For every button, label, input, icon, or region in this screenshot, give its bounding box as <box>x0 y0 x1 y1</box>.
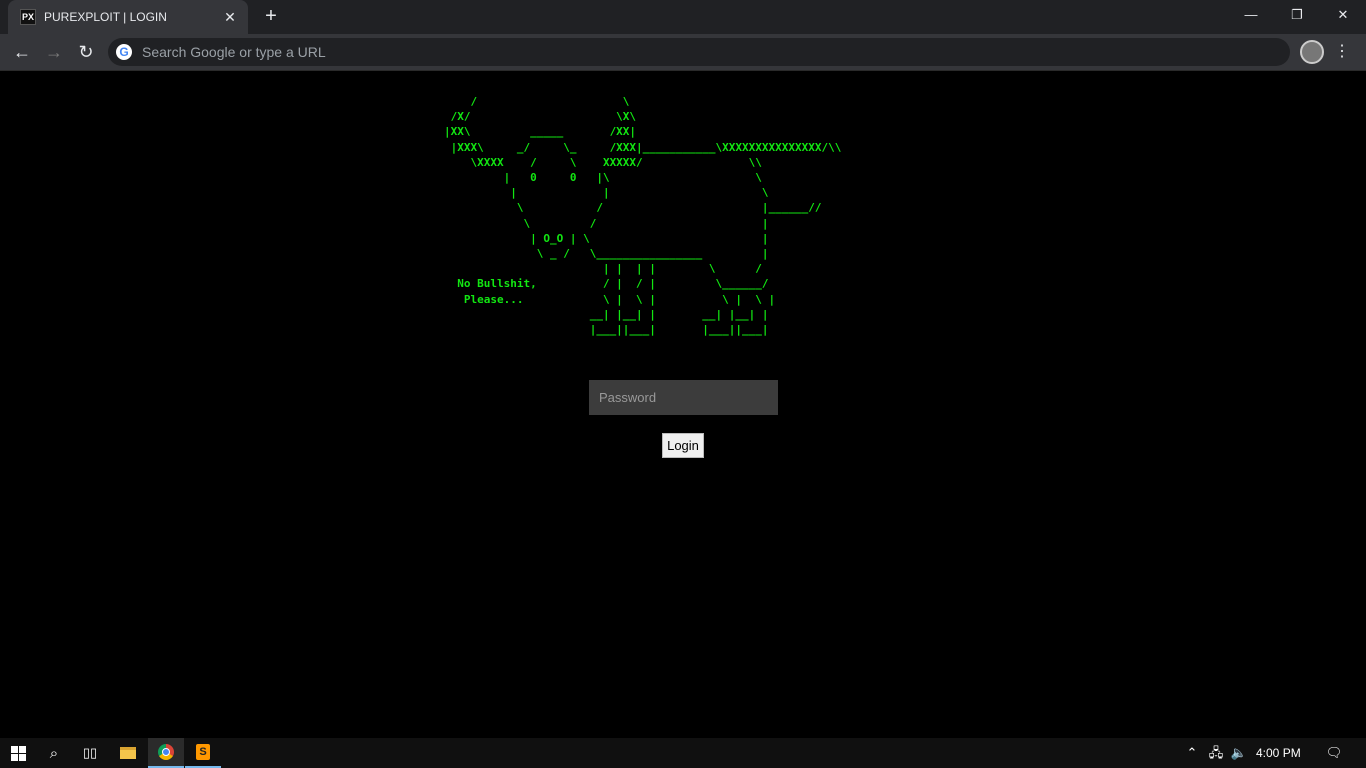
reload-icon[interactable]: ↻ <box>74 40 98 64</box>
chrome-icon[interactable] <box>148 738 184 768</box>
browser-tab[interactable]: PX PUREXPLOIT | LOGIN ✕ <box>8 0 248 34</box>
windows-start-icon[interactable] <box>0 738 36 768</box>
volume-icon[interactable]: 🔈 <box>1229 738 1249 768</box>
ascii-art-banner: / \ /X/ \X\ |XX\ _____ /XX| |XXX\ _/ \_ … <box>444 95 842 337</box>
new-tab-icon[interactable]: + <box>260 5 282 27</box>
password-input[interactable] <box>589 380 778 415</box>
task-view-icon[interactable]: ▯▯ <box>72 738 108 768</box>
show-hidden-icons-chevron-up-icon[interactable]: ⌃ <box>1182 738 1202 768</box>
network-icon[interactable]: 🖧 <box>1206 738 1226 768</box>
sublime-text-icon[interactable]: S <box>185 738 221 768</box>
restore-window-icon[interactable]: ❐ <box>1274 0 1320 30</box>
search-icon[interactable]: ⌕ <box>36 738 72 768</box>
google-icon: G <box>116 44 132 60</box>
tab-strip: PX PUREXPLOIT | LOGIN ✕ + — ❐ ✕ <box>0 0 1366 34</box>
browser-toolbar: ← → ↻ G Search Google or type a URL <box>0 34 1366 71</box>
minimize-window-icon[interactable]: — <box>1228 0 1274 30</box>
profile-avatar-icon[interactable] <box>1300 40 1324 64</box>
windows-taskbar: ⌕ ▯▯ S ⌃ 🖧 🔈 4:00 PM 🗨 <box>0 738 1366 768</box>
tab-title: PUREXPLOIT | LOGIN <box>44 10 167 24</box>
address-bar-placeholder: Search Google or type a URL <box>142 44 326 60</box>
browser-menu-icon[interactable]: ⋮ <box>1334 40 1350 64</box>
close-window-icon[interactable]: ✕ <box>1320 0 1366 30</box>
action-center-notification-icon[interactable]: 🗨 <box>1322 738 1346 768</box>
taskbar-clock[interactable]: 4:00 PM <box>1256 738 1301 768</box>
close-tab-icon[interactable]: ✕ <box>220 9 240 26</box>
file-explorer-icon[interactable] <box>110 738 146 768</box>
forward-arrow-icon[interactable]: → <box>42 40 66 64</box>
address-bar[interactable]: G Search Google or type a URL <box>108 38 1290 66</box>
back-arrow-icon[interactable]: ← <box>10 40 34 64</box>
login-button[interactable]: Login <box>662 433 704 458</box>
purexploit-favicon-icon: PX <box>20 9 36 25</box>
